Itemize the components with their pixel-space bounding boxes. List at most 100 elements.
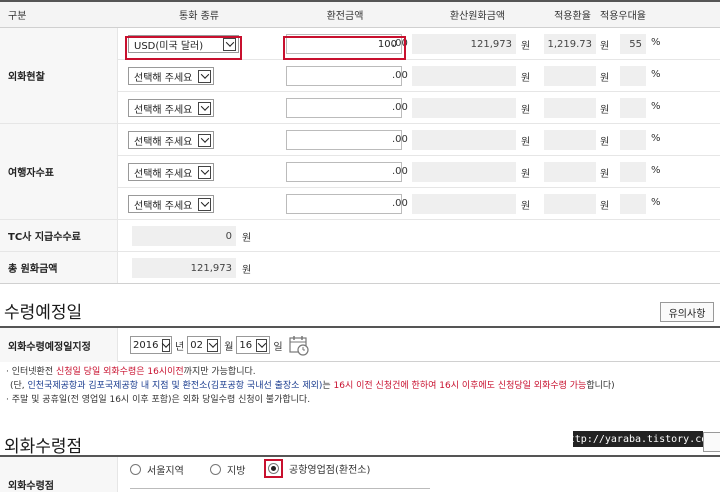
radio-local[interactable] bbox=[210, 464, 221, 475]
krw-amount bbox=[412, 66, 516, 86]
krw-unit: 원 bbox=[521, 41, 531, 52]
radio-seoul[interactable] bbox=[130, 464, 141, 475]
notes: · 인터넷환전 신청일 당일 외화수령은 16시이전까지만 가능합니다. (단,… bbox=[6, 365, 615, 407]
krw-unit: 원 bbox=[521, 201, 531, 212]
header-pref: 적용우대율 bbox=[600, 0, 720, 28]
tc-fee-label: TC사 지급수수료 bbox=[0, 220, 118, 251]
year-value: 2016 bbox=[133, 339, 159, 351]
chevron-down-icon bbox=[198, 101, 211, 115]
currency-select[interactable]: 선택해 주세요 bbox=[128, 163, 214, 181]
applied-rate bbox=[544, 66, 596, 86]
pref-unit: % bbox=[651, 197, 661, 208]
krw-amount bbox=[412, 98, 516, 118]
bottom-field-hint bbox=[130, 488, 430, 492]
rate-unit: 원 bbox=[600, 137, 610, 148]
chevron-down-icon bbox=[198, 69, 211, 83]
calendar-icon[interactable] bbox=[288, 334, 310, 356]
amount-input[interactable] bbox=[286, 130, 402, 150]
currency-select[interactable]: 선택해 주세요 bbox=[128, 195, 214, 213]
radio-airport[interactable] bbox=[268, 463, 279, 474]
highlight-amount-input bbox=[283, 36, 406, 60]
note-line-1: · 인터넷환전 신청일 당일 외화수령은 16시이전까지만 가능합니다. bbox=[6, 367, 256, 377]
total-unit: 원 bbox=[242, 265, 252, 276]
chevron-down-icon bbox=[198, 197, 211, 211]
option-local[interactable]: 지방 bbox=[210, 462, 245, 477]
applied-rate bbox=[544, 130, 596, 150]
currency-value: 선택해 주세요 bbox=[134, 104, 193, 116]
pref-unit: % bbox=[651, 165, 661, 176]
preference-rate bbox=[620, 130, 646, 150]
month-value: 02 bbox=[190, 339, 203, 351]
receive-place-label: 외화수령점 bbox=[0, 457, 118, 492]
applied-rate bbox=[544, 194, 596, 214]
total-value: 121,973 bbox=[132, 258, 236, 278]
applied-rate bbox=[544, 98, 596, 118]
tc-section-label: 여행자수표 bbox=[0, 124, 118, 220]
amount-decimal: .00 bbox=[392, 70, 408, 81]
header-rate: 적용환율 bbox=[545, 0, 600, 28]
chevron-down-icon bbox=[206, 338, 219, 352]
option-seoul[interactable]: 서울지역 bbox=[130, 462, 184, 477]
krw-amount: 121,973 bbox=[412, 34, 516, 54]
rate-unit: 원 bbox=[600, 201, 610, 212]
amount-decimal: .00 bbox=[392, 102, 408, 113]
currency-select[interactable]: 선택해 주세요 bbox=[128, 67, 214, 85]
receive-place-box: 외화수령점 서울지역 지방 공항영업점(환전소) bbox=[0, 455, 720, 492]
highlight-currency-select bbox=[125, 36, 242, 60]
rate-unit: 원 bbox=[600, 73, 610, 84]
currency-value: 선택해 주세요 bbox=[134, 136, 193, 148]
pref-unit: % bbox=[651, 133, 661, 144]
krw-unit: 원 bbox=[521, 169, 531, 180]
total-row: 총 원화금액 121,973 원 bbox=[0, 252, 720, 284]
preference-rate bbox=[620, 66, 646, 86]
radio-airport-highlight bbox=[264, 459, 283, 478]
receive-place-title: 외화수령점 bbox=[4, 437, 83, 457]
note-line-2: (단, 인천국제공항과 김포국제공항 내 지점 및 환전소(김포공항 국내선 출… bbox=[10, 381, 615, 391]
receive-date-label: 외화수령예정일지정 bbox=[0, 328, 118, 362]
currency-value: 선택해 주세요 bbox=[134, 200, 193, 212]
note-line-3: · 주말 및 공휴일(전 영업일 16시 이후 포함)은 외화 당일수령 신청이… bbox=[6, 395, 311, 405]
tc-fee-unit: 원 bbox=[242, 233, 252, 244]
amount-input[interactable] bbox=[286, 194, 402, 214]
option-airport[interactable]: 공항영업점(환전소) bbox=[264, 459, 370, 478]
amount-decimal: .00 bbox=[392, 134, 408, 145]
watermark: http://yaraba.tistory.com bbox=[563, 431, 713, 447]
receive-date-title: 수령예정일 bbox=[4, 303, 83, 323]
month-select[interactable]: 02 bbox=[187, 336, 222, 354]
year-unit: 년 bbox=[175, 341, 185, 353]
krw-unit: 원 bbox=[521, 105, 531, 116]
year-select[interactable]: 2016 bbox=[130, 336, 172, 354]
pref-unit: % bbox=[651, 101, 661, 112]
krw-amount bbox=[412, 194, 516, 214]
amount-input[interactable] bbox=[286, 162, 402, 182]
rate-unit: 원 bbox=[600, 169, 610, 180]
total-label: 총 원화금액 bbox=[0, 252, 118, 283]
krw-amount bbox=[412, 162, 516, 182]
receive-date-box: 외화수령예정일지정 2016 년 02 월 16 일 bbox=[0, 326, 720, 362]
preference-rate: 55 bbox=[620, 34, 646, 54]
partial-button[interactable] bbox=[703, 432, 720, 452]
exchange-table: 구분 통화 종류 환전금액 환산원화금액 적용환율 적용우대율 bbox=[0, 0, 720, 28]
day-select[interactable]: 16 bbox=[236, 336, 271, 354]
preference-rate bbox=[620, 162, 646, 182]
krw-unit: 원 bbox=[521, 73, 531, 84]
currency-select[interactable]: 선택해 주세요 bbox=[128, 131, 214, 149]
chevron-down-icon bbox=[256, 338, 268, 352]
amount-decimal: .00 bbox=[392, 198, 408, 209]
cash-section-label: 외화현찰 bbox=[0, 28, 118, 124]
header-amount: 환전금액 bbox=[280, 0, 410, 28]
amount-input[interactable] bbox=[286, 66, 402, 86]
month-unit: 월 bbox=[224, 341, 234, 353]
header-krw: 환산원화금액 bbox=[410, 0, 545, 28]
pref-unit: % bbox=[651, 69, 661, 80]
day-value: 16 bbox=[239, 339, 253, 351]
rate-unit: 원 bbox=[600, 105, 610, 116]
tc-fee-row: TC사 지급수수료 0 원 bbox=[0, 220, 720, 252]
amount-decimal: .00 bbox=[392, 166, 408, 177]
currency-value: 선택해 주세요 bbox=[134, 72, 193, 84]
currency-select[interactable]: 선택해 주세요 bbox=[128, 99, 214, 117]
amount-input[interactable] bbox=[286, 98, 402, 118]
notice-button[interactable]: 유의사항 bbox=[660, 302, 714, 322]
chevron-down-icon bbox=[198, 165, 211, 179]
rate-unit: 원 bbox=[600, 41, 610, 52]
